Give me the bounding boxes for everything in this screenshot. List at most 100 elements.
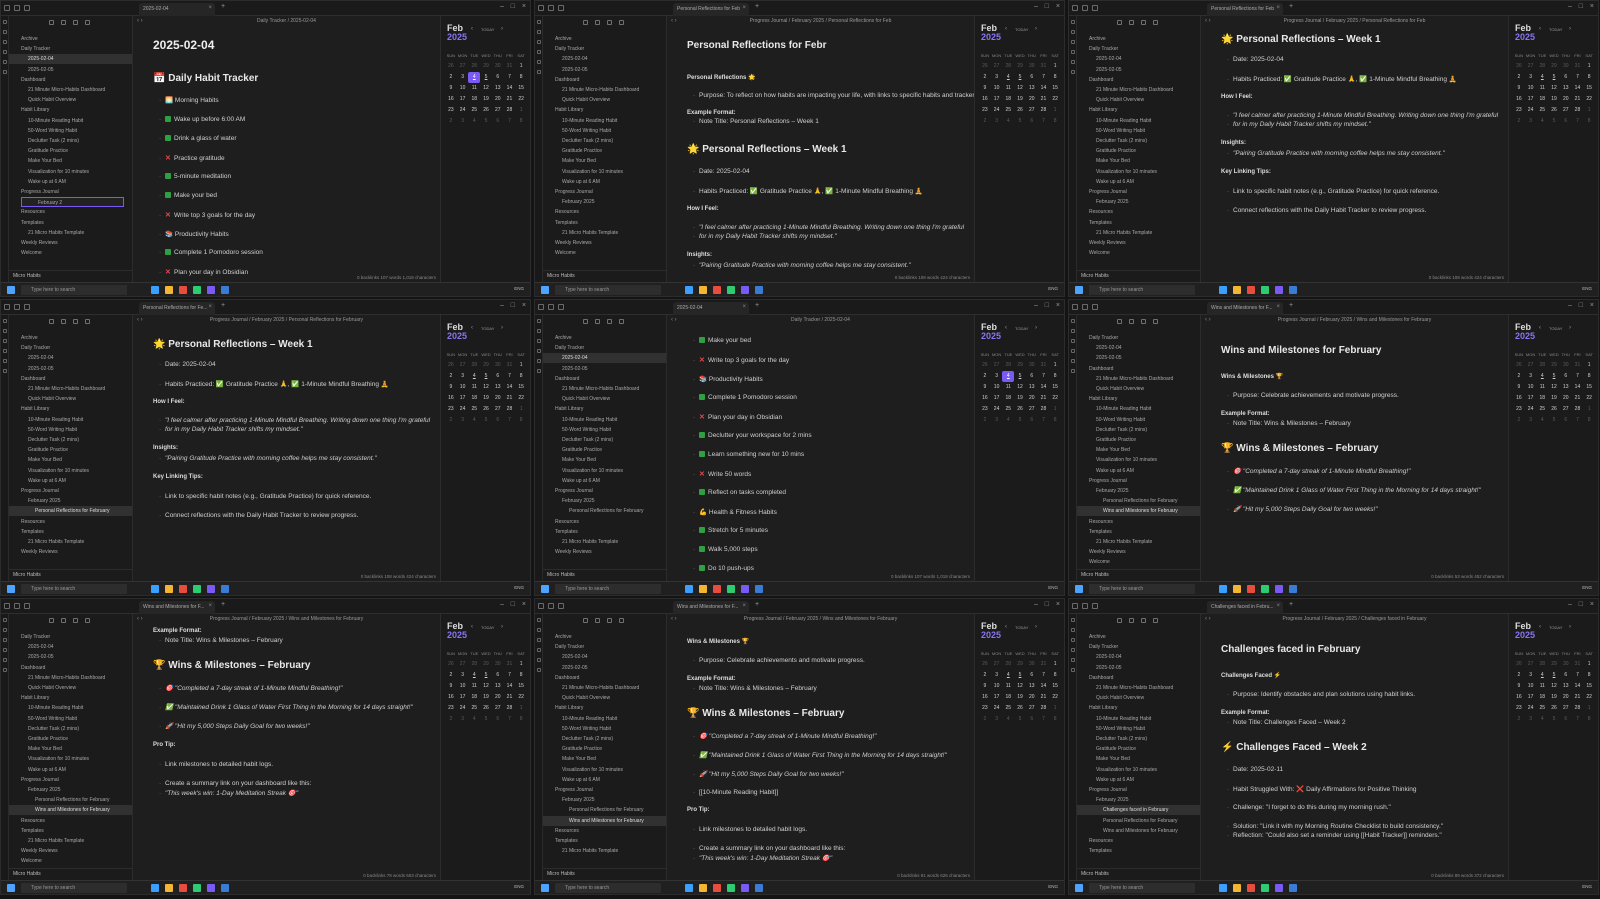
sidebar-item[interactable]: 50-Word Writing Habit (543, 425, 666, 435)
new-note-icon[interactable] (1117, 319, 1122, 324)
calendar-day[interactable]: 19 (480, 692, 492, 703)
calendar-day[interactable]: 16 (1513, 94, 1525, 105)
graph-icon[interactable] (3, 638, 7, 642)
calendar-day[interactable]: 17 (457, 692, 469, 703)
edge-icon[interactable] (1219, 884, 1227, 892)
calendar-day[interactable]: 28 (504, 703, 516, 714)
new-note-icon[interactable] (583, 618, 588, 623)
calendar-day[interactable]: 27 (492, 105, 504, 116)
calendar-day[interactable]: 7 (1572, 116, 1584, 127)
next-month-icon[interactable]: › (501, 624, 503, 630)
calendar-icon[interactable] (1071, 50, 1075, 54)
mail-icon[interactable] (193, 884, 201, 892)
calendar-day[interactable]: 5 (1548, 714, 1560, 725)
search-icon[interactable] (537, 30, 541, 34)
calendar-day[interactable]: 29 (480, 61, 492, 72)
sidebar-item[interactable]: Resources (543, 207, 666, 217)
calendar-day[interactable]: 18 (1002, 393, 1014, 404)
system-tray-language[interactable]: ENG (1582, 585, 1592, 590)
calendar-day[interactable]: 3 (991, 670, 1003, 681)
today-button[interactable]: TODAY (1015, 326, 1028, 331)
sidebar-item[interactable]: 2025-02-05 (1077, 663, 1200, 673)
calendar-day[interactable]: 25 (1002, 404, 1014, 415)
calendar-day[interactable]: 8 (1583, 371, 1595, 382)
calendar-day[interactable]: 10 (457, 382, 469, 393)
sidebar-item[interactable]: 50-Word Writing Habit (9, 714, 132, 724)
vault-name[interactable]: Micro Habits (1077, 868, 1200, 880)
folder-icon[interactable] (548, 304, 554, 310)
word-icon[interactable] (221, 884, 229, 892)
calendar-day[interactable]: 6 (1026, 415, 1038, 426)
calendar-day[interactable]: 11 (1002, 83, 1014, 94)
search-icon[interactable] (558, 5, 564, 11)
sidebar-item[interactable]: Templates (1077, 846, 1200, 856)
habit-item[interactable]: · Do 10 push-ups (693, 565, 754, 572)
sidebar-item[interactable]: Visualization for 10 minutes (9, 466, 132, 476)
search-icon[interactable] (558, 603, 564, 609)
calendar-day[interactable]: 8 (1583, 714, 1595, 725)
word-icon[interactable] (221, 585, 229, 593)
calendar-day[interactable]: 26 (480, 404, 492, 415)
sidebar-item[interactable]: 10-Minute Reading Habit (543, 714, 666, 724)
sidebar-item[interactable]: Wake up at 6 AM (1077, 466, 1200, 476)
sidebar-item[interactable]: 21 Micro Habits Template (9, 228, 132, 238)
sidebar-item[interactable]: Dashboard (9, 374, 132, 384)
today-button[interactable]: TODAY (481, 27, 494, 32)
calendar-day[interactable]: 12 (1014, 83, 1026, 94)
explorer-icon[interactable] (1233, 884, 1241, 892)
calendar-day[interactable]: 19 (1548, 393, 1560, 404)
minimize-icon[interactable]: – (1568, 302, 1572, 309)
calendar-day[interactable]: 22 (1049, 94, 1061, 105)
calendar-day[interactable]: 5 (480, 371, 492, 382)
windows-start-icon[interactable] (541, 884, 549, 892)
sidebar-item[interactable]: 21 Minute Micro-Habits Dashboard (543, 683, 666, 693)
graph-icon[interactable] (3, 40, 7, 44)
sidebar-item[interactable]: 10-Minute Reading Habit (9, 415, 132, 425)
calendar-day[interactable]: 1 (515, 659, 527, 670)
calendar-day[interactable]: 4 (1002, 116, 1014, 127)
calendar-day[interactable]: 4 (468, 72, 481, 83)
next-month-icon[interactable]: › (501, 325, 503, 331)
sidebar-item[interactable]: February 2025 (1077, 197, 1200, 207)
checkmark-icon[interactable] (699, 394, 705, 400)
calendar-day[interactable]: 15 (1583, 83, 1595, 94)
checkmark-icon[interactable] (165, 173, 171, 179)
files-icon[interactable] (1071, 20, 1075, 24)
template-icon[interactable] (537, 70, 541, 74)
habit-item[interactable]: · ✕ Plan your day in Obsidian (159, 268, 248, 276)
calendar-day[interactable]: 4 (1002, 670, 1014, 681)
calendar-day[interactable]: 28 (1002, 659, 1014, 670)
sidebar-item[interactable]: Personal Reflections for February (1077, 816, 1200, 826)
calendar-day[interactable]: 7 (504, 72, 516, 83)
calendar-day[interactable]: 27 (991, 360, 1003, 371)
calendar-day[interactable]: 28 (468, 61, 480, 72)
calendar-day[interactable]: 31 (1572, 360, 1584, 371)
calendar-day[interactable]: 2 (1513, 415, 1525, 426)
vault-name[interactable]: Micro Habits (1077, 270, 1200, 282)
calendar-day[interactable]: 14 (504, 681, 516, 692)
sidebar-item[interactable]: 2025-02-05 (9, 65, 132, 75)
sidebar-item[interactable]: Visualization for 10 minutes (1077, 765, 1200, 775)
calendar-day[interactable]: 8 (1583, 116, 1595, 127)
calendar-day[interactable]: 8 (515, 371, 527, 382)
sidebar-item[interactable]: Quick Habit Overview (1077, 384, 1200, 394)
calendar-day[interactable]: 11 (468, 681, 480, 692)
calendar-day[interactable]: 15 (1583, 681, 1595, 692)
calendar-day[interactable]: 25 (468, 703, 480, 714)
files-icon[interactable] (3, 618, 7, 622)
calendar-day[interactable]: 29 (1014, 61, 1026, 72)
sidebar-item[interactable]: 2025-02-04 (1077, 652, 1200, 662)
minimize-icon[interactable]: – (500, 601, 504, 608)
sidebar-item[interactable]: Visualization for 10 minutes (543, 765, 666, 775)
note-tab[interactable]: Challenges faced in Febru... × (1207, 601, 1283, 614)
sidebar-item[interactable]: Gratitude Practice (1077, 146, 1200, 156)
minimize-icon[interactable]: – (500, 3, 504, 10)
maximize-icon[interactable]: □ (1579, 3, 1583, 10)
calendar-day[interactable]: 2 (445, 72, 457, 83)
sidebar-item[interactable]: 2025-02-04 (1077, 54, 1200, 64)
sidebar-item[interactable]: Weekly Reviews (1077, 238, 1200, 248)
calendar-day[interactable]: 26 (979, 360, 991, 371)
sidebar-item[interactable]: 50-Word Writing Habit (543, 724, 666, 734)
calendar-day[interactable]: 9 (445, 83, 457, 94)
calendar-day[interactable]: 29 (480, 659, 492, 670)
